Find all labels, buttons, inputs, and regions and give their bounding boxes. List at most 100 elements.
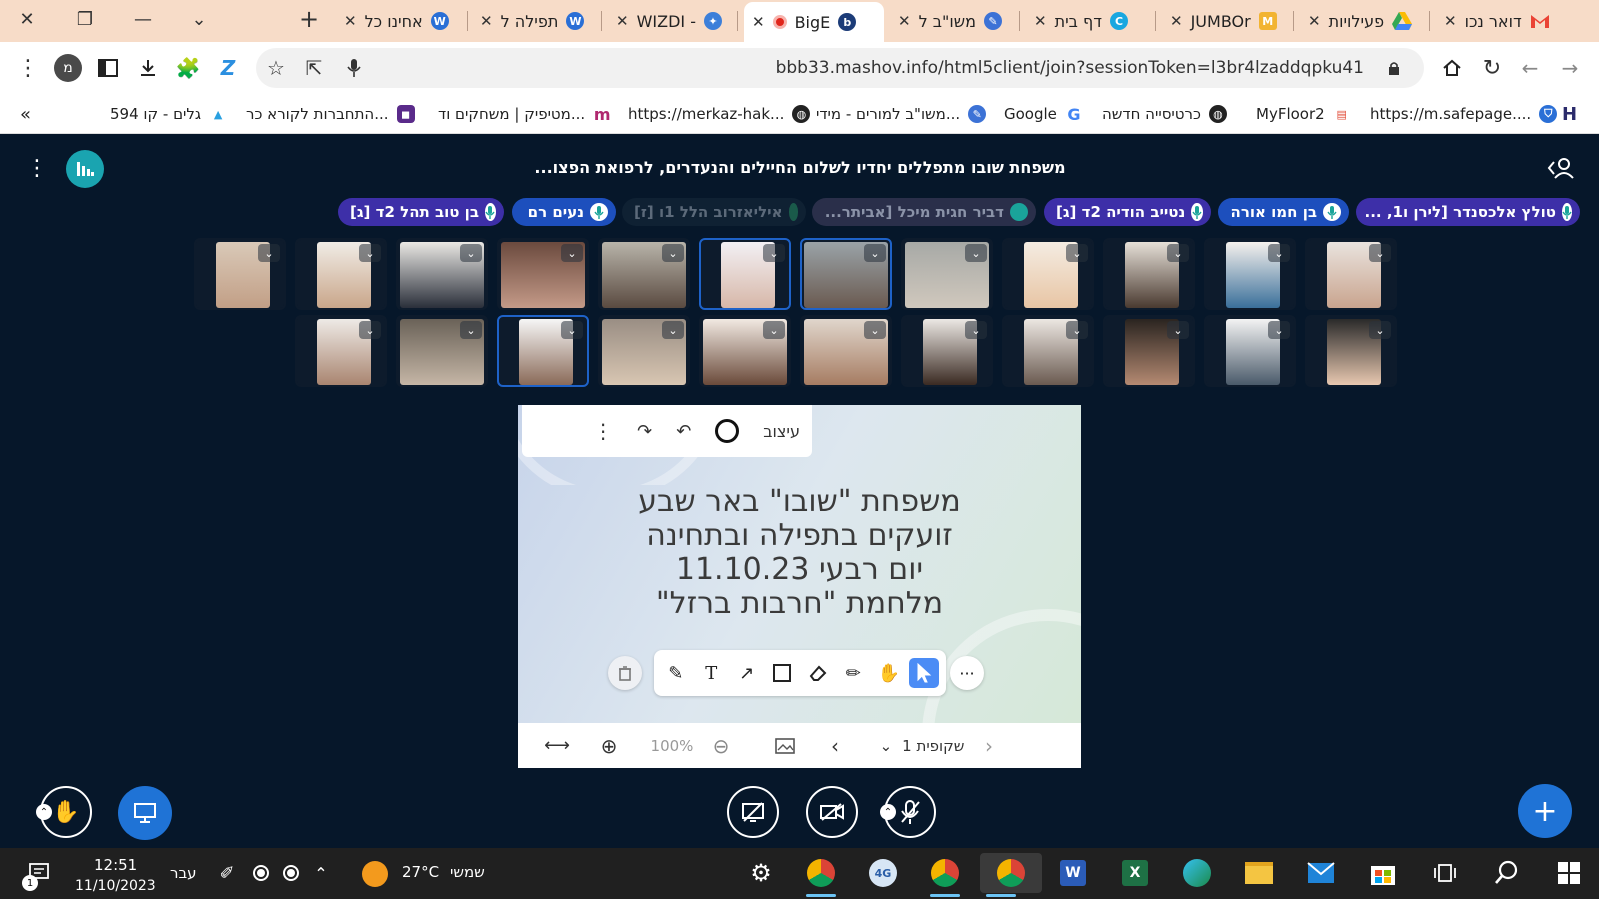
webcam-tile[interactable]: ⌄ bbox=[497, 238, 589, 310]
slide-selector[interactable]: שקופית 1 ⌄ bbox=[862, 723, 982, 768]
url-text[interactable]: bbb33.mashov.info/html5client/join?sessi… bbox=[776, 58, 1364, 78]
share-icon[interactable]: ⇱ bbox=[298, 52, 330, 84]
tab-item[interactable]: ✕ משו"ב ל ✎ bbox=[890, 0, 1020, 42]
windows-start-icon[interactable] bbox=[1548, 853, 1590, 893]
chevron-up-icon[interactable]: ⌃ bbox=[36, 804, 52, 820]
undo-icon[interactable]: ↶ bbox=[676, 421, 691, 442]
bookmark-item[interactable]: MyFloor2 ▤ bbox=[1256, 102, 1351, 126]
next-slide-icon[interactable]: › bbox=[972, 723, 1006, 768]
reload-icon[interactable]: ↻ bbox=[1476, 52, 1508, 84]
eraser-icon[interactable] bbox=[803, 658, 833, 688]
bookmark-h-icon[interactable]: H bbox=[1562, 102, 1577, 126]
redo-icon[interactable]: ↷ bbox=[637, 421, 652, 442]
webcam-tile[interactable]: ⌄ bbox=[295, 315, 387, 387]
options-menu-icon[interactable]: ⋮ bbox=[26, 156, 48, 181]
talker-pill[interactable]: איליאזרוב הלל 1ו [ז] bbox=[622, 198, 806, 226]
arrow-tool-icon[interactable]: ↗ bbox=[732, 658, 762, 688]
webcam-tile[interactable]: ⌄ bbox=[295, 238, 387, 310]
lock-icon[interactable] bbox=[1378, 52, 1410, 84]
webcam-tile[interactable]: ⌄ bbox=[1204, 238, 1296, 310]
camera-off-button[interactable] bbox=[806, 786, 858, 838]
side-panel-icon[interactable] bbox=[92, 52, 124, 84]
webcam-tile[interactable]: ⌄ bbox=[901, 238, 993, 310]
webcam-tile[interactable]: ⌄ bbox=[800, 238, 892, 310]
style-label[interactable]: עיצוב bbox=[763, 422, 800, 441]
more-tools-icon[interactable]: ··· bbox=[950, 656, 984, 690]
more-bookmarks-icon[interactable]: « bbox=[20, 102, 31, 126]
bookmark-item[interactable]: https://m.safepage.... ⛉ bbox=[1370, 102, 1558, 126]
talker-pill[interactable]: נטייב הודיה 2ד [ג] bbox=[1044, 198, 1211, 226]
chrome-active-icon[interactable] bbox=[980, 853, 1042, 897]
webcam-tile[interactable]: ⌄ bbox=[396, 315, 488, 387]
webcam-tile[interactable]: ⌄ bbox=[598, 238, 690, 310]
bookmark-item[interactable]: Google G bbox=[1004, 102, 1083, 126]
store-icon[interactable] bbox=[1362, 853, 1404, 893]
talker-pill[interactable]: בן טוב תהל 2ד [ג] bbox=[338, 198, 504, 226]
close-tab-icon[interactable]: ✕ bbox=[480, 12, 493, 30]
presentation-toggle-button[interactable] bbox=[118, 786, 172, 840]
task-view-icon[interactable] bbox=[1424, 853, 1466, 893]
webcam-tile[interactable]: ⌄ bbox=[194, 238, 286, 310]
snapshot-image-icon[interactable] bbox=[768, 723, 802, 768]
edge-icon[interactable] bbox=[1176, 853, 1218, 893]
tab-item[interactable]: ✕ WIZDI - ✦ bbox=[608, 0, 738, 42]
webcam-tile[interactable]: ⌄ bbox=[800, 315, 892, 387]
webcam-tile[interactable]: ⌄ bbox=[1002, 238, 1094, 310]
mail-icon[interactable] bbox=[1300, 853, 1342, 893]
restore-window-icon[interactable]: ❐ bbox=[66, 0, 104, 38]
webcam-tile[interactable]: ⌄ bbox=[1305, 238, 1397, 310]
file-explorer-icon[interactable] bbox=[1238, 853, 1280, 893]
close-tab-icon[interactable]: ✕ bbox=[1034, 12, 1047, 30]
webcam-tile[interactable]: ⌄ bbox=[1305, 315, 1397, 387]
close-tab-icon[interactable]: ✕ bbox=[1444, 12, 1457, 30]
close-tab-icon[interactable]: ✕ bbox=[1308, 12, 1321, 30]
download-icon[interactable] bbox=[132, 52, 164, 84]
close-tab-icon[interactable]: ✕ bbox=[752, 13, 765, 31]
input-language[interactable]: עבר bbox=[170, 864, 197, 882]
home-icon[interactable] bbox=[1436, 52, 1468, 84]
select-pointer-icon[interactable] bbox=[909, 658, 940, 688]
zoom-in-icon[interactable]: ⊕ bbox=[592, 723, 626, 768]
tab-item[interactable]: ✕ אחינו כל W bbox=[336, 0, 468, 42]
4g-app-icon[interactable]: 4G bbox=[862, 853, 904, 893]
new-tab-button[interactable]: + bbox=[290, 0, 328, 38]
previous-slide-icon[interactable]: ‹ bbox=[818, 723, 852, 768]
screenshare-off-button[interactable] bbox=[727, 786, 779, 838]
chevron-up-icon[interactable]: ⌃ bbox=[300, 853, 342, 893]
close-tab-icon[interactable]: ✕ bbox=[1170, 12, 1183, 30]
tab-search-chevron-icon[interactable]: ⌄ bbox=[180, 0, 218, 38]
bookmark-item[interactable]: כרטיסייה חדשה ◍ bbox=[1102, 102, 1227, 126]
trash-icon[interactable] bbox=[608, 656, 642, 690]
extensions-puzzle-icon[interactable]: 🧩 bbox=[172, 52, 204, 84]
webcam-tile[interactable]: ⌄ bbox=[901, 315, 993, 387]
hand-pan-icon[interactable]: ✋ bbox=[874, 658, 904, 688]
search-icon[interactable] bbox=[1486, 853, 1528, 893]
fit-width-icon[interactable]: ⟷ bbox=[540, 723, 574, 768]
webcam-tile[interactable]: ⌄ bbox=[1103, 238, 1195, 310]
zoom-out-icon[interactable]: ⊖ bbox=[704, 723, 738, 768]
talker-pill[interactable]: טולץ אלכסנדר [לירן ו1, ... bbox=[1356, 198, 1580, 226]
close-tab-icon[interactable]: ✕ bbox=[898, 12, 911, 30]
presentation-options-icon[interactable]: ⋮ bbox=[593, 419, 613, 443]
webcam-tile[interactable]: ⌄ bbox=[699, 238, 791, 310]
presentation-area[interactable]: עיצוב ↶ ↷ ⋮ משפחת "שובו" באר שבע זועקים … bbox=[518, 405, 1081, 768]
close-window-icon[interactable]: ✕ bbox=[8, 0, 46, 38]
bookmark-item[interactable]: משו"ב למורים - מידי... ✎ bbox=[816, 102, 987, 126]
extension-z-icon[interactable]: Z bbox=[212, 52, 244, 84]
close-tab-icon[interactable]: ✕ bbox=[344, 12, 357, 30]
user-list-toggle-icon[interactable] bbox=[1546, 156, 1574, 180]
back-arrow-icon[interactable]: ← bbox=[1514, 52, 1546, 84]
tab-item[interactable]: ✕ דואר נכו bbox=[1436, 0, 1586, 42]
sun-weather-icon[interactable] bbox=[362, 861, 388, 887]
address-bar[interactable]: ☆ ⇱ bbb33.mashov.info/html5client/join?s… bbox=[256, 48, 1424, 88]
bookmark-item[interactable]: התחברות לקורא כר... ◼ bbox=[246, 102, 415, 126]
chevron-up-icon[interactable]: ⌃ bbox=[880, 804, 896, 820]
clock-time[interactable]: 12:51 bbox=[94, 856, 137, 874]
webcam-tile[interactable]: ⌄ bbox=[1204, 315, 1296, 387]
chrome-profile-icon[interactable] bbox=[800, 853, 842, 897]
pencil-icon[interactable]: ✏ bbox=[838, 658, 868, 688]
profile-avatar[interactable]: מ bbox=[52, 52, 84, 84]
bookmark-item[interactable]: https://merkaz-hak... ◍ bbox=[628, 102, 811, 126]
note-edit-icon[interactable]: ✎ bbox=[661, 658, 691, 688]
webcam-tile[interactable]: ⌄ bbox=[699, 315, 791, 387]
